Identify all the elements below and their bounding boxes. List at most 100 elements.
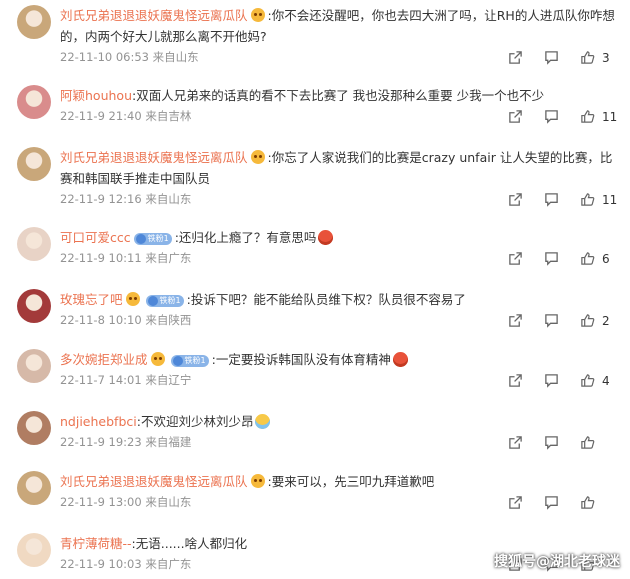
comment-meta: 22-11-7 14:01 来自辽宁 — [60, 372, 191, 388]
share-icon[interactable] — [508, 495, 523, 511]
reply-icon[interactable] — [544, 109, 559, 125]
reply-icon[interactable] — [544, 495, 559, 511]
comment-location: 来自辽宁 — [145, 373, 192, 387]
comment-actions: 3 — [508, 50, 618, 68]
avatar[interactable] — [17, 147, 51, 181]
username-link[interactable]: 玫瑰忘了吧 — [60, 292, 123, 307]
comment-text: 玫瑰忘了吧 铁粉1:投诉下吧？能不能给队员维下权？队员很不容易了 — [60, 289, 616, 310]
comment-text: 可口可爱ccc 铁粉1:还归化上瘾了？有意思吗 — [60, 227, 616, 248]
like-icon[interactable] — [580, 435, 595, 451]
share-icon[interactable] — [508, 373, 523, 389]
comment-item: 阿颖houhou:双面人兄弟来的话真的看不下去比赛了 我也没那种么重要 少我一个… — [0, 85, 630, 128]
like-icon[interactable] — [580, 192, 595, 208]
comment-body: :不欢迎刘少林刘少昂 — [136, 414, 254, 429]
comment-actions: 11 — [508, 192, 618, 210]
comment-body: :一定要投诉韩国队没有体育精神 — [211, 352, 391, 367]
reply-icon[interactable] — [544, 50, 559, 66]
comment-body: :无语......啥人都归化 — [131, 536, 248, 551]
username-link[interactable]: 可口可爱ccc — [60, 230, 131, 245]
reply-icon[interactable] — [544, 313, 559, 329]
like-icon[interactable] — [580, 373, 595, 389]
comment-meta: 22-11-9 10:11 来自广东 — [60, 250, 191, 266]
comment-actions: 4 — [508, 373, 618, 391]
comment-item: 可口可爱ccc 铁粉1:还归化上瘾了？有意思吗 22-11-9 10:11 来自广东… — [0, 227, 630, 270]
comment-item: ndjiehebfbci:不欢迎刘少林刘少昂 22-11-9 19:23 来自福建 — [0, 411, 630, 454]
comment-body: :要来可以，先三叩九拜道歉吧 — [267, 474, 435, 489]
username-link[interactable]: 青柠薄荷糖-- — [60, 536, 132, 551]
comment-body: :投诉下吧？能不能给队员维下权？队员很不容易了 — [186, 292, 466, 307]
comment-location: 来自福建 — [145, 435, 192, 449]
share-icon[interactable] — [508, 192, 523, 208]
comment-date: 22-11-9 12:16 — [60, 192, 142, 206]
comment-location: 来自山东 — [152, 50, 199, 64]
share-icon[interactable] — [508, 313, 523, 329]
comment-date: 22-11-9 13:00 — [60, 495, 142, 509]
comment-item: 刘氏兄弟退退退妖魔鬼怪远离瓜队:你不会还没醒吧，你也去四大洲了吗，让RH的人进瓜… — [0, 5, 630, 69]
comment-meta: 22-11-9 21:40 来自吉林 — [60, 108, 191, 124]
comment-text: 刘氏兄弟退退退妖魔鬼怪远离瓜队 :要来可以，先三叩九拜道歉吧 — [60, 471, 616, 492]
user-badge-icon — [150, 352, 165, 366]
share-icon[interactable] — [508, 109, 523, 125]
user-badge-icon — [125, 292, 140, 306]
like-icon[interactable] — [580, 313, 595, 329]
like-count: 11 — [602, 193, 618, 207]
fan-level-badge: 铁粉1 — [170, 355, 209, 367]
avatar[interactable] — [17, 5, 51, 39]
username-link[interactable]: 多次婉拒郑业成 — [60, 352, 148, 367]
like-icon[interactable] — [580, 251, 595, 267]
comment-location: 来自山东 — [145, 192, 192, 206]
comment-actions: 6 — [508, 251, 618, 269]
comment-text: 阿颖houhou:双面人兄弟来的话真的看不下去比赛了 我也没那种么重要 少我一个… — [60, 85, 616, 106]
comment-item: 多次婉拒郑业成 铁粉1:一定要投诉韩国队没有体育精神 22-11-7 14:01 来… — [0, 349, 630, 392]
username-link[interactable]: ndjiehebfbci — [60, 414, 137, 429]
comment-text: 刘氏兄弟退退退妖魔鬼怪远离瓜队:你不会还没醒吧，你也去四大洲了吗，让RH的人进瓜… — [60, 5, 616, 47]
comment-actions: 2 — [508, 313, 618, 331]
comment-body: :还归化上瘾了？有意思吗 — [174, 230, 317, 245]
reply-icon[interactable] — [544, 435, 559, 451]
avatar[interactable] — [17, 533, 51, 567]
username-link[interactable]: 刘氏兄弟退退退妖魔鬼怪远离瓜队 — [60, 150, 248, 165]
share-icon[interactable] — [508, 251, 523, 267]
comment-date: 22-11-10 06:53 — [60, 50, 149, 64]
comment-location: 来自山东 — [145, 495, 192, 509]
user-badge-icon — [250, 474, 265, 488]
username-link[interactable]: 刘氏兄弟退退退妖魔鬼怪远离瓜队 — [60, 474, 248, 489]
like-count: 3 — [602, 51, 610, 65]
comment-location: 来自广东 — [145, 557, 192, 571]
like-icon[interactable] — [580, 495, 595, 511]
like-icon[interactable] — [580, 109, 595, 125]
comment-location: 来自陕西 — [145, 313, 192, 327]
share-icon[interactable] — [508, 435, 523, 451]
angry-emoji-icon — [318, 230, 334, 245]
comment-location: 来自吉林 — [145, 109, 192, 123]
like-icon[interactable] — [580, 50, 595, 66]
angry-emoji-icon — [392, 352, 408, 367]
reply-icon[interactable] — [544, 373, 559, 389]
comment-item: 玫瑰忘了吧 铁粉1:投诉下吧？能不能给队员维下权？队员很不容易了 22-11-8 1… — [0, 289, 630, 332]
reply-icon[interactable] — [544, 251, 559, 267]
comment-body: :双面人兄弟来的话真的看不下去比赛了 我也没那种么重要 少我一个也不少 — [132, 88, 545, 103]
reply-icon[interactable] — [544, 192, 559, 208]
avatar[interactable] — [17, 349, 51, 383]
comment-meta: 22-11-8 10:10 来自陕西 — [60, 312, 191, 328]
comment-actions: 11 — [508, 109, 618, 127]
comment-meta: 22-11-10 06:53 来自山东 — [60, 49, 199, 65]
comment-date: 22-11-9 19:23 — [60, 435, 142, 449]
comment-actions — [508, 435, 618, 453]
avatar[interactable] — [17, 227, 51, 261]
avatar[interactable] — [17, 471, 51, 505]
avatar[interactable] — [17, 411, 51, 445]
username-link[interactable]: 阿颖houhou — [60, 88, 132, 103]
comment-actions — [508, 495, 618, 513]
share-icon[interactable] — [508, 50, 523, 66]
watermark: 搜狐号@湖北老球迷 — [494, 554, 620, 570]
comment-location: 来自广东 — [145, 251, 192, 265]
like-count: 2 — [602, 314, 610, 328]
username-link[interactable]: 刘氏兄弟退退退妖魔鬼怪远离瓜队 — [60, 8, 248, 23]
comment-meta: 22-11-9 19:23 来自福建 — [60, 434, 191, 450]
comment-date: 22-11-9 10:11 — [60, 251, 142, 265]
like-count: 6 — [602, 252, 610, 266]
avatar[interactable] — [17, 289, 51, 323]
avatar[interactable] — [17, 85, 51, 119]
comment-meta: 22-11-9 10:03 来自广东 — [60, 556, 191, 572]
